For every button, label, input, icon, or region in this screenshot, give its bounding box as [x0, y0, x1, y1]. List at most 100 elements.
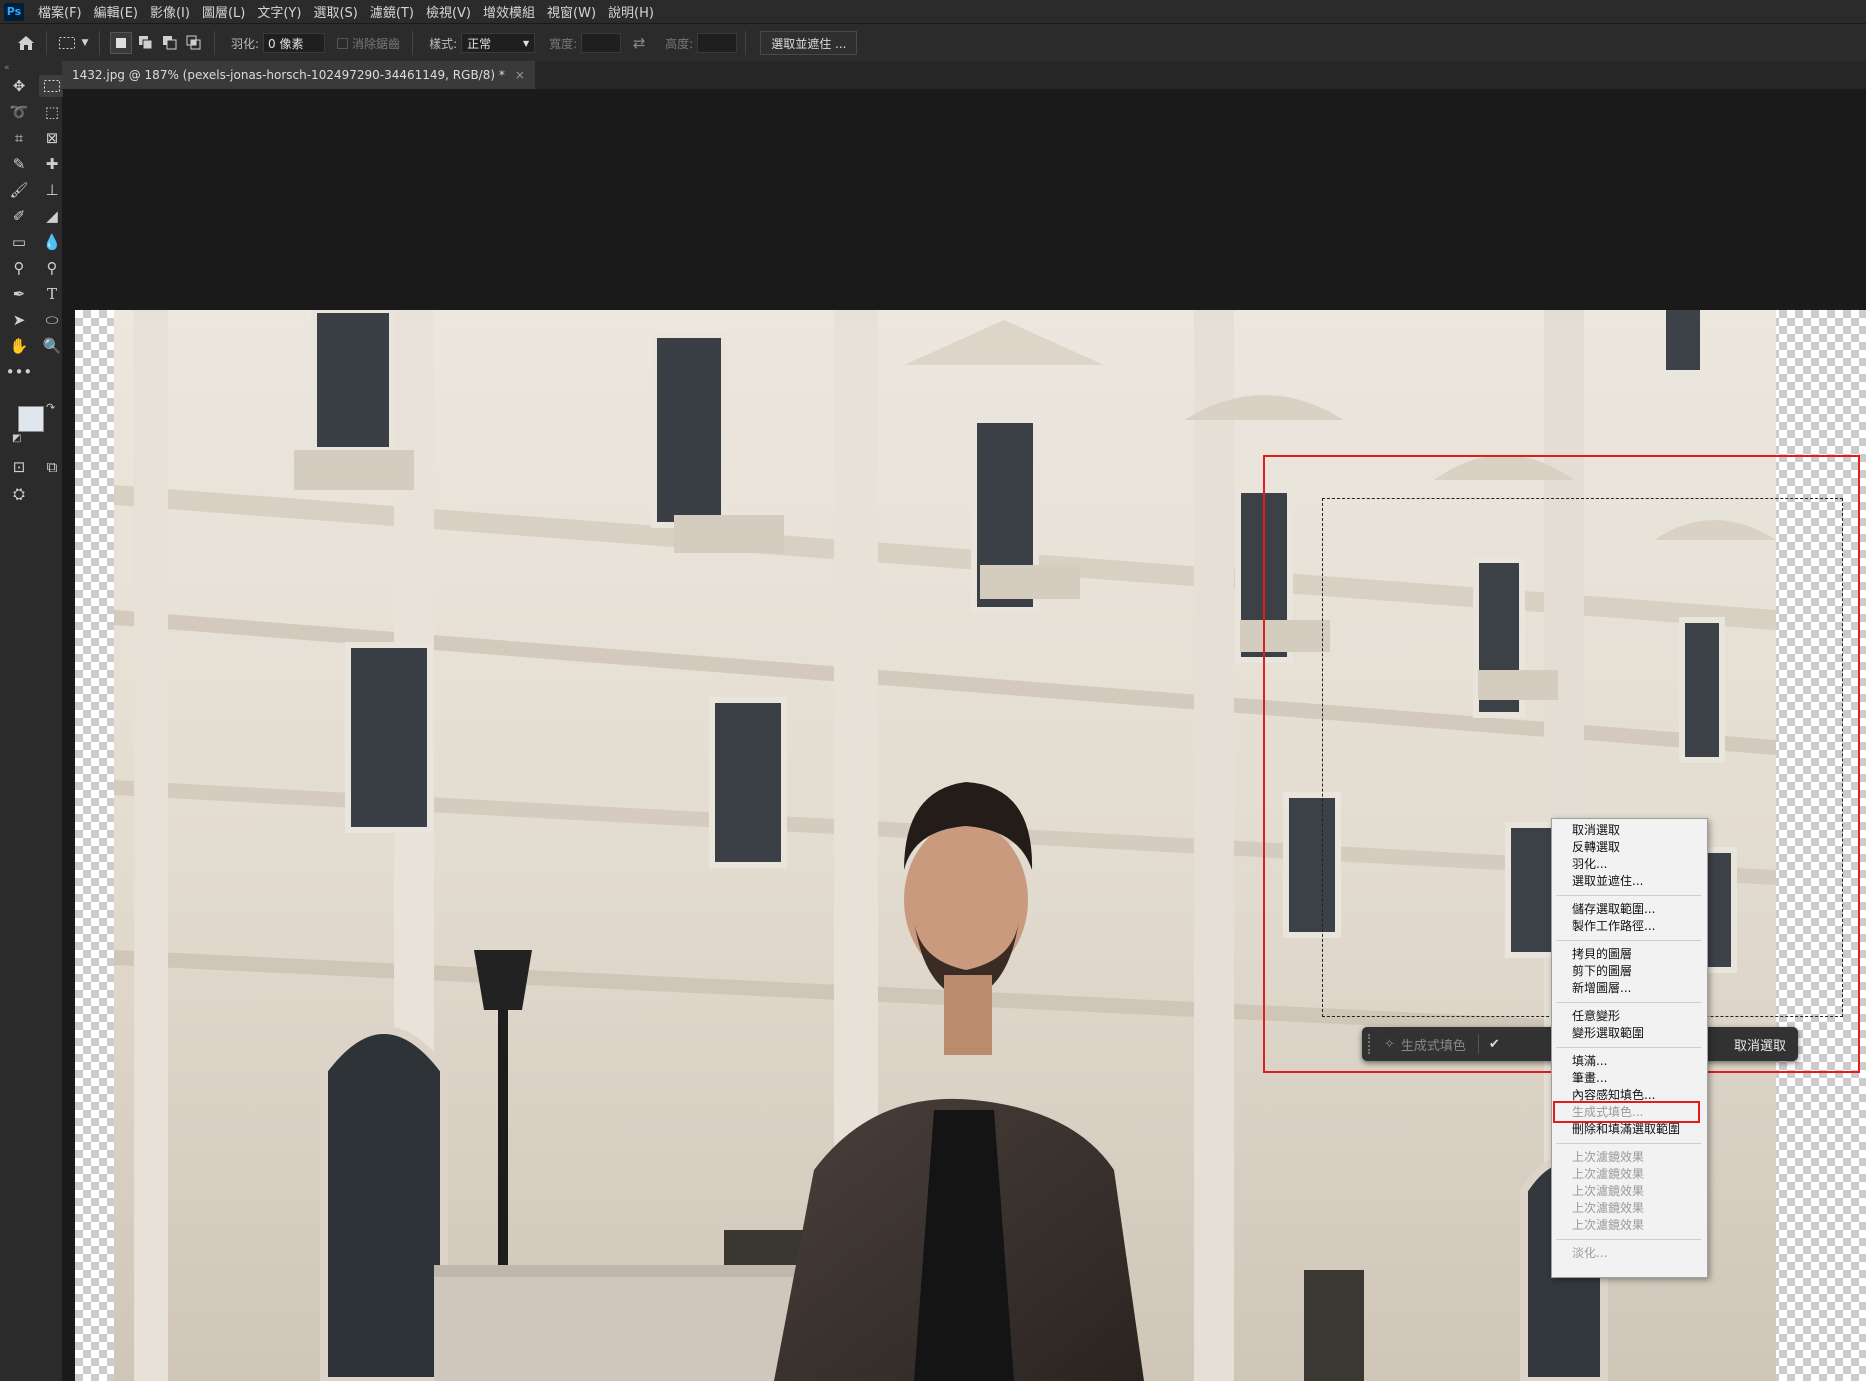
- divider: [745, 31, 747, 55]
- menu-item-inverse[interactable]: 反轉選取: [1572, 839, 1620, 856]
- close-icon[interactable]: ×: [515, 68, 525, 82]
- modify-selection-icon[interactable]: ✔: [1489, 1037, 1500, 1052]
- height-label: 高度:: [665, 36, 694, 51]
- deselect-button[interactable]: 取消選取: [1734, 1035, 1786, 1054]
- menu-item-deselect[interactable]: 取消選取: [1572, 822, 1620, 839]
- feather-input[interactable]: [263, 33, 326, 53]
- chevron-down-icon: ▼: [522, 38, 530, 48]
- menu-separator: [1556, 1002, 1701, 1003]
- object-selection-tool-icon[interactable]: ⬚: [39, 101, 65, 123]
- spot-healing-tool-icon[interactable]: ✚: [39, 153, 65, 175]
- hand-tool-icon[interactable]: ✋: [6, 335, 32, 357]
- lasso-tool-icon[interactable]: ➰: [6, 101, 32, 123]
- drag-handle-icon[interactable]: [1368, 1034, 1374, 1054]
- shape-tool-icon[interactable]: ⬭: [39, 309, 65, 331]
- menu-item-select-and-mask[interactable]: 選取並遮住...: [1572, 873, 1643, 890]
- blur-tool-icon[interactable]: 💧: [39, 231, 65, 253]
- divider: [214, 31, 215, 55]
- annotation-highlight-generative-fill: [1553, 1101, 1700, 1123]
- home-icon[interactable]: [14, 31, 38, 55]
- menu-item-last-filter: 上次濾鏡效果: [1572, 1150, 1645, 1164]
- menu-type[interactable]: 文字(Y): [251, 2, 307, 21]
- divider: [1477, 1034, 1479, 1054]
- menu-item-feather[interactable]: 羽化...: [1572, 856, 1607, 873]
- crop-tool-icon[interactable]: ⌗: [6, 127, 32, 149]
- eraser-tool-icon[interactable]: ◢: [39, 205, 65, 227]
- subtract-from-selection-icon[interactable]: [160, 33, 180, 53]
- select-and-mask-button[interactable]: 選取並遮住 ...: [760, 31, 858, 55]
- clone-stamp-tool-icon[interactable]: ⊥: [39, 179, 65, 201]
- divider: [99, 31, 100, 55]
- document-tab[interactable]: 1432.jpg @ 187% (pexels-jonas-horsch-102…: [62, 61, 535, 89]
- more-tools-icon[interactable]: •••: [6, 361, 33, 383]
- menu-file[interactable]: 檔案(F): [32, 2, 88, 21]
- menu-item-free-transform[interactable]: 任意變形: [1572, 1008, 1620, 1025]
- menu-separator: [1556, 1047, 1701, 1048]
- style-label: 樣式:: [429, 36, 458, 51]
- menu-window[interactable]: 視窗(W): [541, 2, 602, 21]
- zoom-tool-icon[interactable]: 🔍: [39, 335, 65, 357]
- swap-dimensions-icon[interactable]: ⇄: [627, 31, 651, 55]
- menu-item-last-filter: 上次濾鏡效果: [1572, 1167, 1645, 1181]
- menu-item-layer-via-copy[interactable]: 拷貝的圖層: [1572, 946, 1632, 963]
- antialias-checkbox[interactable]: 消除鋸齒: [337, 35, 400, 52]
- divider: [46, 31, 47, 55]
- brush-tool-icon[interactable]: 🖌: [6, 179, 32, 201]
- frame-tool-icon[interactable]: ⊠: [39, 127, 65, 149]
- photoshop-logo: Ps: [4, 2, 24, 21]
- quick-mask-icon[interactable]: ⊡: [6, 456, 32, 478]
- generative-fill-label: 生成式填色: [1400, 1038, 1466, 1054]
- menu-image[interactable]: 影像(I): [144, 2, 196, 21]
- style-value: 正常: [467, 36, 492, 51]
- menu-item-layer-via-cut[interactable]: 剪下的圖層: [1572, 963, 1632, 980]
- menu-view[interactable]: 檢視(V): [420, 2, 477, 21]
- menu-item-save-selection[interactable]: 儲存選取範圍...: [1572, 901, 1655, 918]
- type-tool-icon[interactable]: T: [39, 283, 65, 305]
- menu-item-fade: 淡化...: [1572, 1246, 1608, 1260]
- menu-plugins[interactable]: 增效模組: [477, 2, 541, 21]
- path-selection-tool-icon[interactable]: ➤: [6, 309, 32, 331]
- generative-fill-button[interactable]: ✧ 生成式填色: [1384, 1035, 1466, 1054]
- height-input[interactable]: [697, 33, 738, 53]
- menu-layer[interactable]: 圖層(L): [196, 2, 251, 21]
- move-tool-icon[interactable]: ✥: [6, 75, 32, 97]
- menu-item-transform-selection[interactable]: 變形選取範圍: [1572, 1025, 1644, 1042]
- chevron-down-icon[interactable]: ▼: [79, 31, 91, 55]
- foreground-color-swatch[interactable]: [18, 406, 44, 432]
- dodge-tool-icon[interactable]: ⚲: [6, 257, 32, 279]
- eyedropper-tool-icon[interactable]: ✎: [6, 153, 32, 175]
- screen-mode-icon[interactable]: ⧉: [39, 456, 65, 478]
- swap-colors-icon[interactable]: ↷: [46, 401, 55, 414]
- collapse-icon[interactable]: «: [4, 63, 10, 73]
- width-input[interactable]: [581, 33, 622, 53]
- style-select[interactable]: 正常 ▼: [461, 33, 536, 53]
- pen-tool-icon[interactable]: ✒: [6, 283, 32, 305]
- width-label: 寬度:: [549, 36, 578, 51]
- checkbox-box: [337, 37, 349, 49]
- history-brush-tool-icon[interactable]: ✐: [6, 205, 32, 227]
- document-title: 1432.jpg @ 187% (pexels-jonas-horsch-102…: [72, 68, 505, 82]
- menu-edit[interactable]: 編輯(E): [88, 2, 144, 21]
- menu-filter[interactable]: 濾鏡(T): [364, 2, 420, 21]
- tools-panel: « ✥ ➰ ⬚ ⌗ ⊠ ✎ ✚ 🖌 ⊥ ✐ ◢ ▭ 💧 ⚲ ⚲ ✒ T ➤ ⬭ …: [0, 61, 65, 1381]
- antialias-label: 消除鋸齒: [352, 36, 401, 51]
- menu-item-delete-and-fill[interactable]: 刪除和填滿選取範圍: [1572, 1121, 1680, 1138]
- menu-item-fill[interactable]: 填滿...: [1572, 1053, 1607, 1070]
- menu-item-new-layer[interactable]: 新增圖層...: [1572, 980, 1631, 997]
- intersect-selection-icon[interactable]: [184, 33, 204, 53]
- menu-item-last-filter: 上次濾鏡效果: [1572, 1201, 1645, 1215]
- rectangular-marquee-preset-icon[interactable]: [55, 31, 79, 55]
- add-to-selection-icon[interactable]: [136, 33, 156, 53]
- default-colors-icon[interactable]: ◩: [12, 433, 21, 444]
- feather-label: 羽化:: [231, 36, 260, 51]
- menu-separator: [1556, 940, 1701, 941]
- new-selection-icon[interactable]: [110, 32, 132, 54]
- edit-toolbar-icon[interactable]: ⛭: [6, 483, 32, 505]
- zoom-object-icon[interactable]: ⚲: [39, 257, 65, 279]
- menu-item-stroke[interactable]: 筆畫...: [1572, 1070, 1607, 1087]
- menu-help[interactable]: 說明(H): [602, 2, 660, 21]
- menu-select[interactable]: 選取(S): [307, 2, 363, 21]
- gradient-tool-icon[interactable]: ▭: [6, 231, 32, 253]
- menu-separator: [1556, 895, 1701, 896]
- menu-item-make-work-path[interactable]: 製作工作路徑...: [1572, 918, 1655, 935]
